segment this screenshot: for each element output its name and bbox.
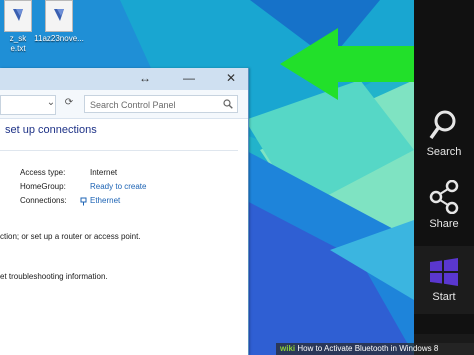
minimize-button[interactable]: — [178,70,200,86]
homegroup-label: HomeGroup: [20,182,66,191]
search-icon [223,99,233,109]
ethernet-icon [80,197,87,206]
watermark-brand: wiki [280,344,296,353]
search-input[interactable]: Search Control Panel [84,95,238,113]
ethernet-link[interactable]: Ethernet [90,196,120,205]
desktop-icon-file-2[interactable]: 11az23nove... [30,0,88,44]
page-heading: set up connections [5,124,97,136]
charms-bar: Search Share Start [414,0,474,355]
charm-label: Share [429,218,459,230]
window-title-bar[interactable]: ↔ — ✕ [0,68,248,90]
watermark-text: How to Activate Bluetooth in Windows 8 [297,344,439,353]
close-button[interactable]: ✕ [220,70,242,86]
access-type-label: Access type: [20,168,66,177]
windows-logo-icon [430,258,458,286]
charm-label: Search [426,146,462,158]
divider [0,150,238,151]
connections-label: Connections: [20,196,67,205]
restore-button[interactable]: ↔ [134,70,156,86]
share-icon [429,180,459,214]
address-dropdown-button[interactable]: ⌄ [44,96,58,110]
refresh-button[interactable]: ⟳ [62,96,76,110]
connections-row: Connections: Ethernet [0,196,240,206]
desktop-icon-label: e.txt [10,44,26,53]
access-type-value: Internet [90,168,118,177]
setup-connection-text[interactable]: ction; or set up a router or access poin… [0,232,141,241]
troubleshoot-text[interactable]: et troubleshooting information. [0,272,108,281]
access-type-row: Access type: Internet [0,168,240,178]
homegroup-link[interactable]: Ready to create [90,182,146,191]
control-panel-window: ↔ — ✕ ⌄ ⟳ Search Control Panel set up co… [0,68,249,355]
watermark-bar: wiki How to Activate Bluetooth in Window… [276,343,474,355]
text-file-icon [45,0,73,32]
charm-share[interactable]: Share [414,180,474,230]
desktop-icon-label: 11az23nove... [34,34,84,43]
charm-search[interactable]: Search [414,108,474,158]
search-icon [429,110,456,140]
homegroup-row: HomeGroup: Ready to create [0,182,240,192]
desktop: z_sk e.txt 11az23nove... ↔ — ✕ ⌄ ⟳ Searc… [0,0,414,355]
charm-start[interactable]: Start [414,246,474,314]
search-placeholder: Search Control Panel [90,100,176,110]
text-file-icon [4,0,32,32]
navigation-bar: ⌄ ⟳ Search Control Panel [0,90,248,119]
green-arrow [280,28,414,100]
charm-label: Start [432,291,456,303]
